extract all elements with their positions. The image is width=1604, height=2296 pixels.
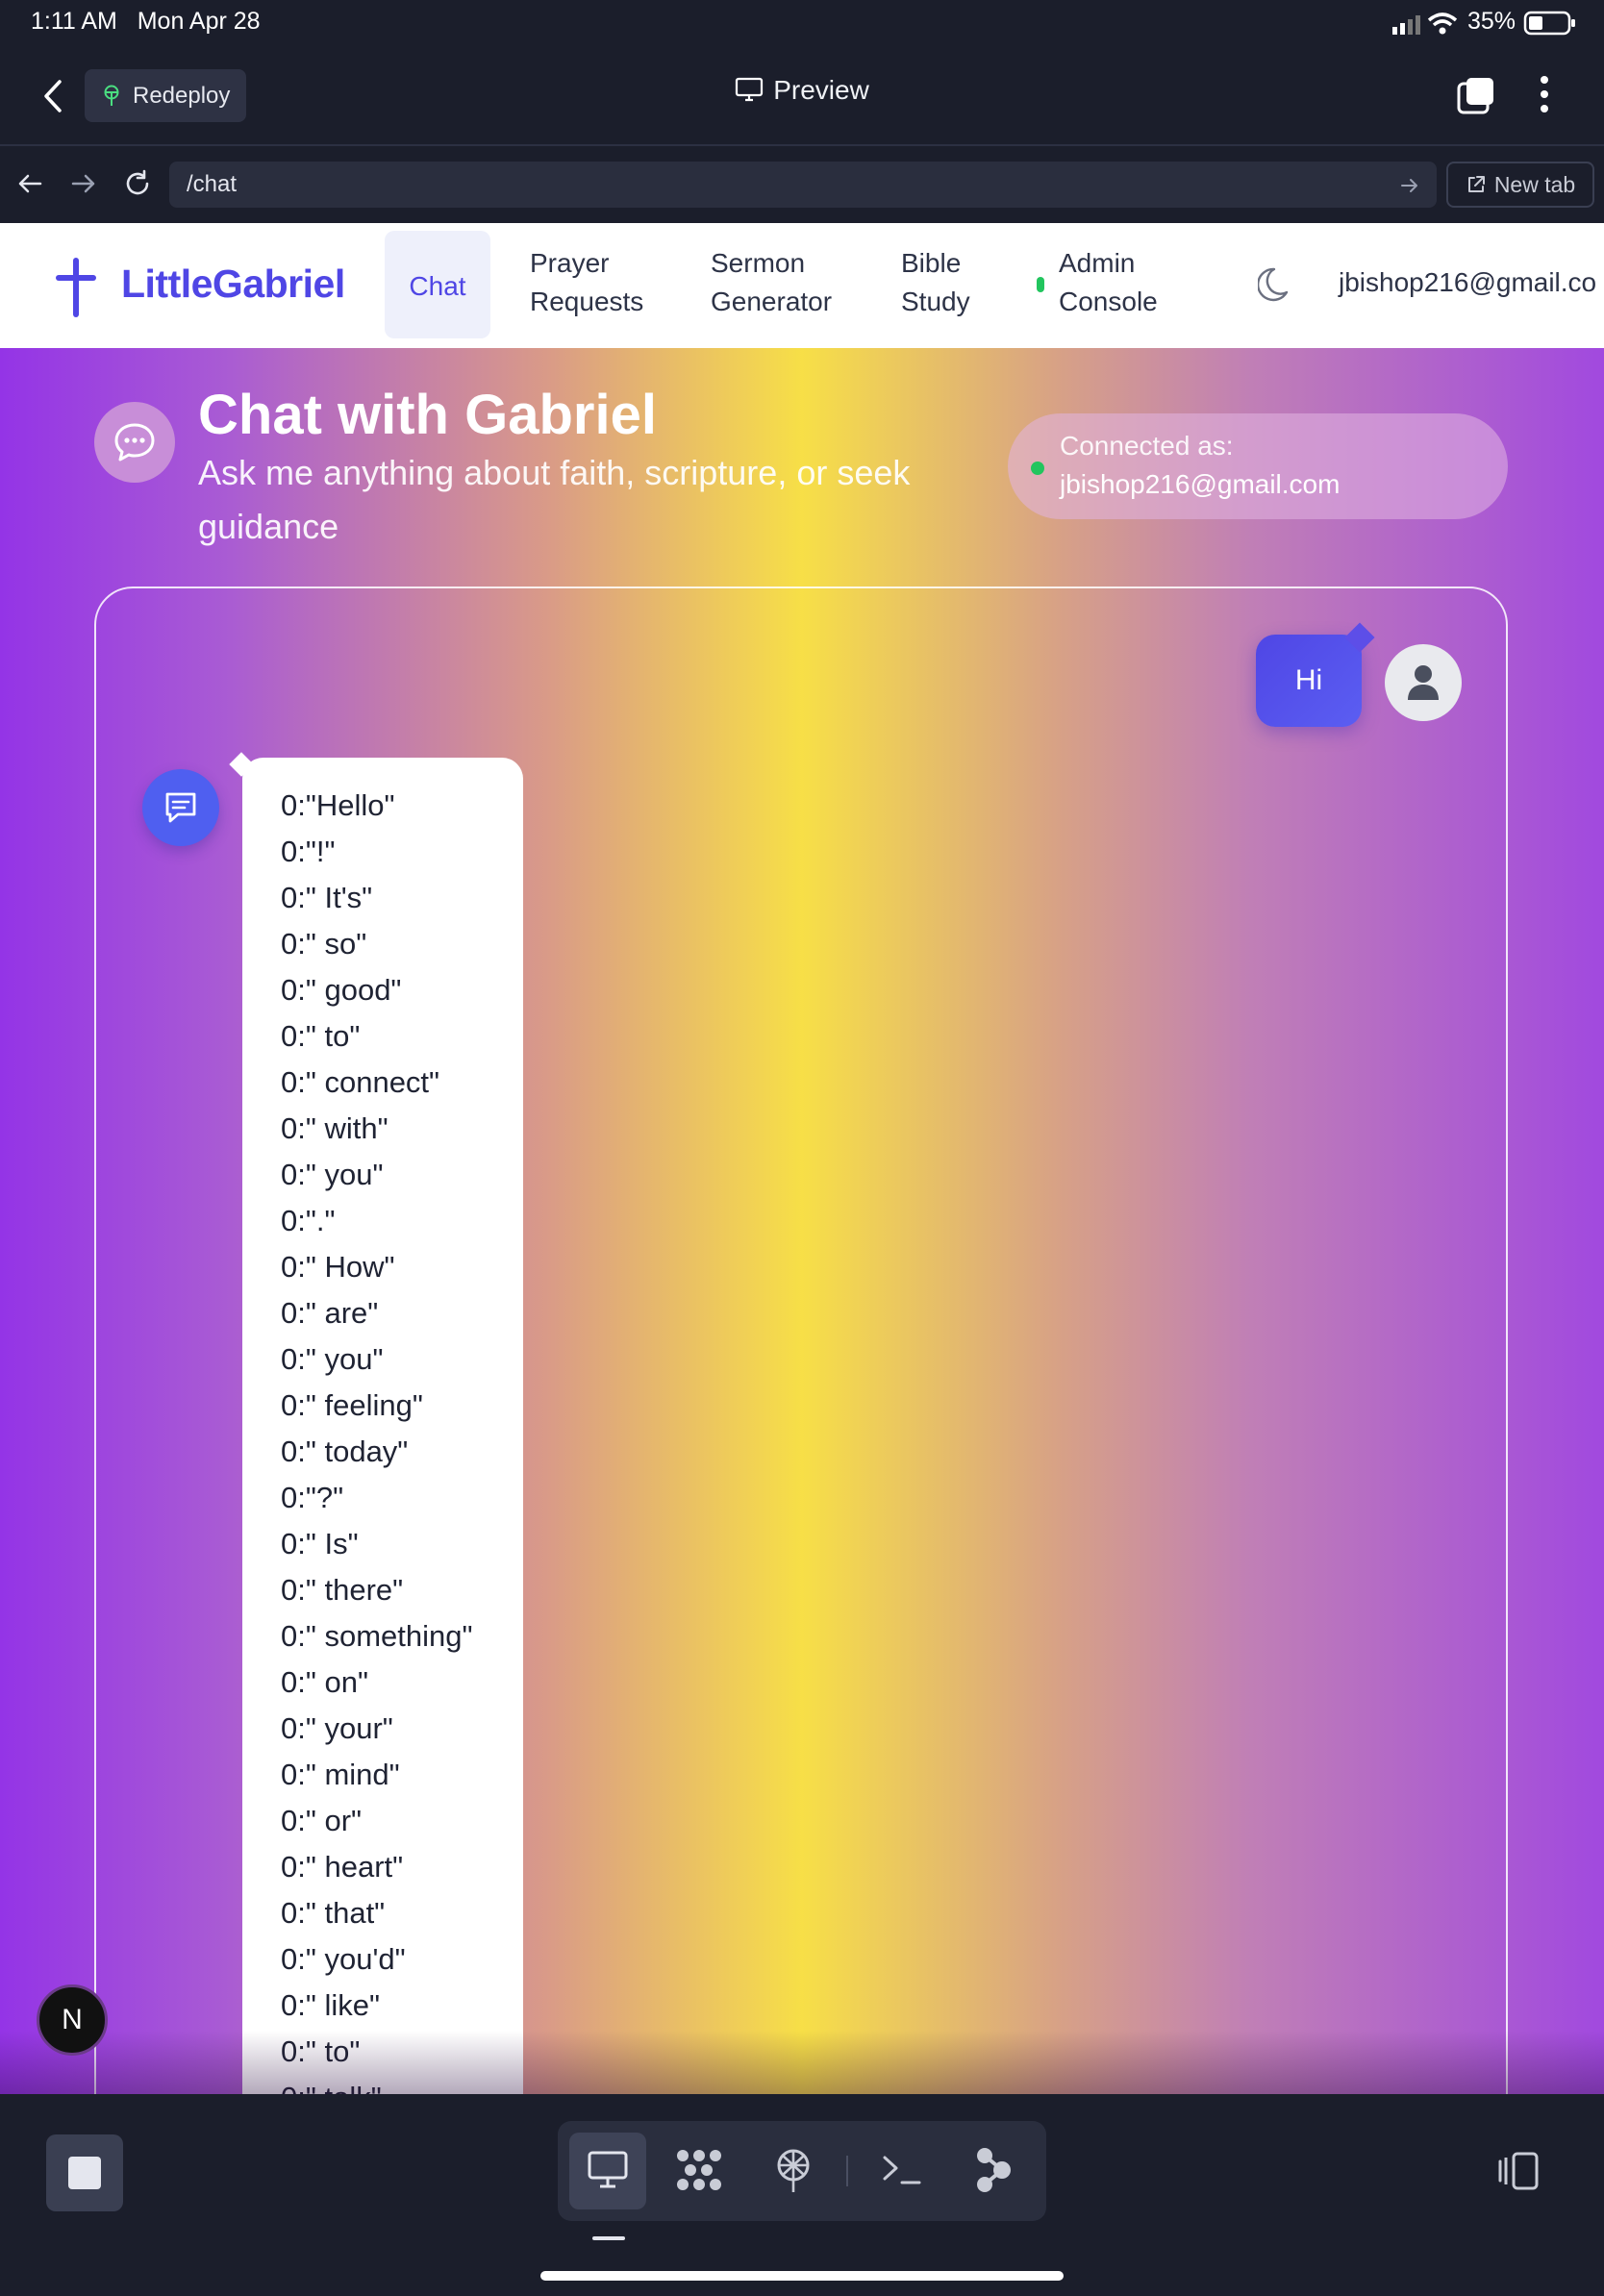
user-message: Hi xyxy=(1256,635,1362,727)
user-icon xyxy=(1408,665,1439,700)
connected-label: Connected as: xyxy=(1060,431,1234,461)
dock-divider xyxy=(846,2156,848,2186)
bot-token-line: 0:" so" xyxy=(281,927,367,961)
bot-token-line: 0:" mind" xyxy=(281,1758,400,1791)
bot-avatar xyxy=(142,769,219,846)
bot-token-line: 0:" How" xyxy=(281,1250,395,1284)
page-subtitle: Ask me anything about faith, scripture, … xyxy=(198,453,911,546)
nav-forward-icon[interactable] xyxy=(71,173,96,194)
bot-token-line: 0:" Is" xyxy=(281,1527,359,1560)
connected-email: jbishop216@gmail.com xyxy=(1060,469,1341,499)
cross-logo-icon xyxy=(56,258,96,317)
message-square-icon xyxy=(165,792,196,823)
nav-sermon-generator[interactable]: Sermon Generator xyxy=(711,244,832,321)
bot-token-line: 0:" heart" xyxy=(281,1850,404,1884)
bot-token-line: 0:" to" xyxy=(281,1019,361,1053)
bot-token-line: 0:"." xyxy=(281,1204,336,1237)
monitor-tab-icon[interactable] xyxy=(587,2150,629,2190)
bot-token-line: 0:"!" xyxy=(281,835,336,868)
bot-message-lines: 0:"Hello" 0:"!" 0:" It's" 0:" so" 0:" good" 0… xyxy=(281,783,473,2094)
nav-admin-console[interactable]: Admin Console xyxy=(1059,244,1158,321)
scroll-fade xyxy=(0,2031,1604,2094)
bot-token-line: 0:" connect" xyxy=(281,1065,440,1099)
user-avatar xyxy=(1385,644,1462,721)
online-dot xyxy=(1031,462,1044,475)
status-time: 1:11 AM Mon Apr 28 xyxy=(31,8,261,35)
bot-token-line: 0:"Hello" xyxy=(281,788,395,822)
dev-tools-badge[interactable]: N xyxy=(37,1984,108,2056)
admin-status-dot xyxy=(1037,277,1044,292)
chat-bubble-icon xyxy=(94,402,175,483)
apps-grid-icon[interactable] xyxy=(675,2148,723,2192)
stop-icon xyxy=(68,2157,101,2189)
chat-page: Chat with Gabriel Ask me anything about … xyxy=(0,348,1604,2094)
bot-token-line: 0:" or" xyxy=(281,1804,363,1837)
stop-button[interactable] xyxy=(46,2134,123,2211)
bot-token-line: 0:" you" xyxy=(281,1342,384,1376)
status-bar: 1:11 AM Mon Apr 28 35% xyxy=(0,0,1604,46)
connection-status: Connected as: jbishop216@gmail.com xyxy=(1008,413,1508,519)
bot-token-line: 0:" with" xyxy=(281,1111,388,1145)
active-tab-indicator xyxy=(592,2236,625,2240)
bot-token-line: 0:"?" xyxy=(281,1481,344,1514)
git-branch-icon[interactable] xyxy=(975,2146,1014,2194)
bot-token-line: 0:" that" xyxy=(281,1896,386,1930)
tabs-icon[interactable] xyxy=(1456,75,1496,115)
bot-token-line: 0:" you" xyxy=(281,1158,384,1191)
bot-token-line: 0:" on" xyxy=(281,1665,368,1699)
user-email-menu[interactable]: jbishop216@gmail.co xyxy=(1339,267,1596,298)
nav-bible-study[interactable]: Bible Study xyxy=(901,244,970,321)
bot-token-line: 0:" are" xyxy=(281,1296,379,1330)
moon-icon[interactable] xyxy=(1258,265,1294,304)
signal-icon xyxy=(1392,15,1420,35)
bot-token-line: 0:" something" xyxy=(281,1619,473,1653)
external-link-icon xyxy=(1467,176,1485,192)
brand-name[interactable]: LittleGabriel xyxy=(121,262,345,307)
more-vertical-icon[interactable] xyxy=(1537,75,1552,113)
bot-token-line: 0:" you'd" xyxy=(281,1942,406,1976)
bot-token-line: 0:" today" xyxy=(281,1435,409,1468)
deploy-tab-icon[interactable] xyxy=(773,2148,814,2194)
bot-token-line: 0:" It's" xyxy=(281,881,373,914)
monitor-icon xyxy=(736,77,764,102)
bot-token-line: 0:" feeling" xyxy=(281,1388,423,1422)
nav-prayer-requests[interactable]: Prayer Requests xyxy=(530,244,643,321)
nav-back-icon[interactable] xyxy=(17,173,42,194)
home-indicator[interactable] xyxy=(540,2271,1064,2281)
wifi-icon xyxy=(1427,12,1458,35)
nav-chat[interactable]: Chat xyxy=(385,231,490,338)
terminal-icon[interactable] xyxy=(881,2152,923,2188)
new-tab-button[interactable]: New tab xyxy=(1446,162,1594,208)
page-title: Chat with Gabriel xyxy=(198,384,657,446)
url-text: /chat xyxy=(187,171,238,197)
bot-token-line: 0:" your" xyxy=(281,1711,393,1745)
bot-token-line: 0:" there" xyxy=(281,1573,404,1607)
battery-icon xyxy=(1523,11,1575,36)
preview-title: Preview xyxy=(0,75,1604,106)
battery-percent: 35% xyxy=(1466,8,1516,35)
url-input[interactable]: /chat xyxy=(169,162,1437,208)
bot-token-line: 0:" like" xyxy=(281,1988,380,2022)
reload-icon[interactable] xyxy=(123,169,152,198)
bot-token-line: 0:" good" xyxy=(281,973,402,1007)
split-view-icon[interactable] xyxy=(1494,2150,1542,2192)
app-navbar: LittleGabriel Chat Prayer Requests Sermon… xyxy=(0,223,1604,349)
go-arrow-icon[interactable] xyxy=(1400,177,1419,194)
